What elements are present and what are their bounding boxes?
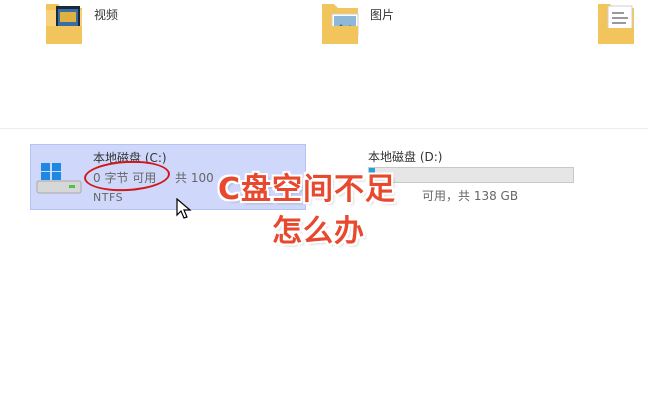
folder-documents[interactable] <box>596 0 648 50</box>
mouse-cursor-icon <box>176 198 192 219</box>
pictures-folder-icon <box>322 4 359 44</box>
drive-c-filesystem: NTFS <box>93 191 124 204</box>
section-divider <box>0 128 648 129</box>
windows-drive-icon <box>36 163 82 194</box>
folder-pictures[interactable]: 图片 <box>320 0 440 50</box>
drive-d-usage: 可用，共 138 GB <box>422 189 519 203</box>
documents-folder-icon <box>598 4 634 44</box>
overlay-caption-line2: 怎么办 <box>272 214 365 249</box>
folder-label: 图片 <box>370 8 395 22</box>
video-folder-icon <box>46 4 82 44</box>
folder-videos[interactable]: 视频 <box>44 0 164 50</box>
folder-label: 视频 <box>94 8 119 22</box>
drive-d-usage-bar <box>368 167 574 183</box>
drive-d-name: 本地磁盘 (D:) <box>368 150 443 164</box>
overlay-caption-line1: C盘空间不足 <box>218 172 397 207</box>
drive-c-total: 共 100 <box>175 171 214 185</box>
